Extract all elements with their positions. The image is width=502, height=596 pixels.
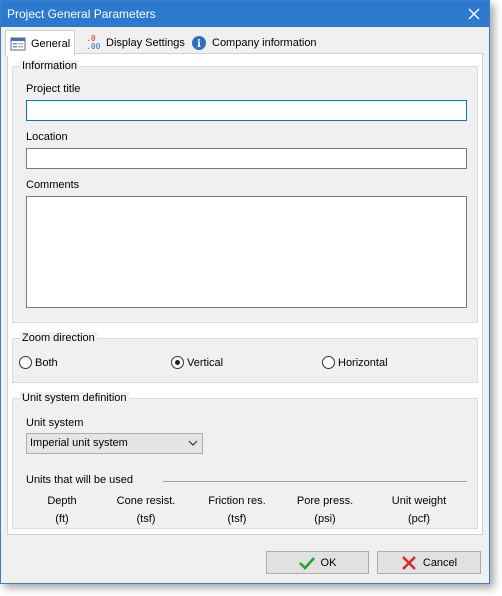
unit-value: (tsf) <box>136 513 156 525</box>
decimal-icon-bottom: .00 <box>86 42 101 51</box>
unit-name: Pore press. <box>296 495 354 507</box>
tab-company-information-label: Company information <box>212 37 317 49</box>
location-input[interactable] <box>26 148 467 169</box>
unit-column-cone-resist: Cone resist. (tsf) <box>106 492 186 528</box>
zoom-radio-both[interactable]: Both <box>19 356 58 369</box>
tab-panel-general: Information Project title Location Comme… <box>7 53 483 535</box>
zoom-radio-vertical[interactable]: Vertical <box>171 356 223 369</box>
cancel-x-icon <box>401 555 416 570</box>
window-title: Project General Parameters <box>7 7 156 21</box>
comments-textarea[interactable] <box>26 196 467 308</box>
checkmark-icon <box>298 556 315 570</box>
zoom-radio-horizontal-label: Horizontal <box>338 356 388 369</box>
info-icon: i <box>191 35 207 51</box>
unit-column-depth: Depth (ft) <box>22 492 102 528</box>
unit-value: (pcf) <box>408 513 430 525</box>
zoom-direction-group: Zoom direction Both Vertical Horizontal <box>12 332 478 383</box>
cancel-button[interactable]: Cancel <box>377 551 481 574</box>
ok-button-label: OK <box>320 556 337 569</box>
unit-name: Unit weight <box>391 495 447 507</box>
zoom-radio-both-circle <box>19 356 32 369</box>
zoom-radio-both-label: Both <box>35 356 58 369</box>
zoom-radio-vertical-circle <box>171 356 184 369</box>
unit-name: Friction res. <box>208 495 266 507</box>
unit-system-label: Unit system <box>26 417 84 429</box>
tab-general-label: General <box>31 37 71 50</box>
unit-system-group: Unit system definition Unit system Imper… <box>12 392 478 529</box>
tab-general[interactable]: General <box>5 30 76 56</box>
decimal-places-icon: .0 .00 <box>85 35 101 51</box>
project-title-label: Project title <box>26 83 81 95</box>
zoom-radio-vertical-label: Vertical <box>187 356 224 369</box>
unit-name: Cone resist. <box>116 495 176 507</box>
zoom-radio-horizontal-circle <box>322 356 335 369</box>
unit-column-friction-res: Friction res. (tsf) <box>197 492 277 528</box>
information-group: Information Project title Location Comme… <box>12 60 478 323</box>
unit-name: Depth <box>47 495 77 507</box>
tab-strip: General .0 .00 Display Settings i Compan… <box>1 27 489 56</box>
unit-column-unit-weight: Unit weight (pcf) <box>379 492 459 528</box>
unit-value: (tsf) <box>227 513 247 525</box>
info-icon-glyph: i <box>197 39 201 50</box>
zoom-radio-horizontal[interactable]: Horizontal <box>322 356 388 369</box>
title-bar[interactable]: Project General Parameters <box>1 1 489 27</box>
unit-system-select[interactable]: Imperial unit system <box>26 433 203 454</box>
dialog-window: Project General Parameters General .0 .0… <box>0 0 490 584</box>
project-title-input[interactable] <box>26 100 467 121</box>
unit-system-group-title: Unit system definition <box>20 392 129 404</box>
unit-column-pore-press: Pore press. (psi) <box>285 492 365 528</box>
unit-value: (ft) <box>55 513 69 525</box>
form-icon <box>10 36 26 52</box>
cancel-button-label: Cancel <box>422 556 458 569</box>
chevron-down-icon <box>188 440 198 446</box>
information-group-title: Information <box>20 60 80 72</box>
units-separator <box>163 481 467 482</box>
units-used-title: Units that will be used <box>26 474 133 486</box>
tab-display-settings[interactable]: .0 .00 Display Settings <box>81 31 189 55</box>
close-button[interactable] <box>459 1 489 27</box>
comments-label: Comments <box>26 179 80 191</box>
close-icon <box>468 8 480 20</box>
zoom-direction-group-title: Zoom direction <box>20 332 97 344</box>
unit-value: (psi) <box>314 513 336 525</box>
unit-system-select-value: Imperial unit system <box>30 437 128 449</box>
location-label: Location <box>26 131 68 143</box>
ok-button[interactable]: OK <box>266 551 369 574</box>
tab-company-information[interactable]: i Company information <box>187 31 321 55</box>
tab-display-settings-label: Display Settings <box>106 37 185 49</box>
